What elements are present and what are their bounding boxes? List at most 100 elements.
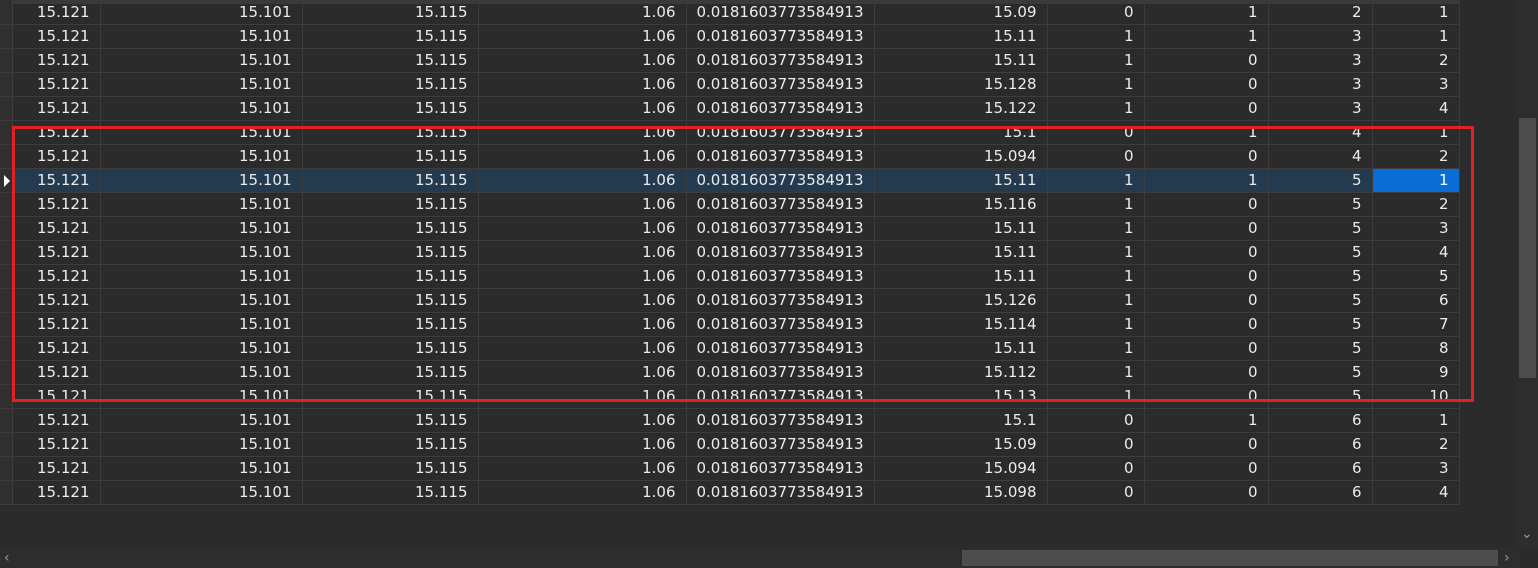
table-cell[interactable]: 6 xyxy=(1268,456,1373,481)
table-cell[interactable]: 15.101 xyxy=(100,456,303,481)
table-cell[interactable]: 15.115 xyxy=(302,288,479,313)
table-cell[interactable]: 15.121 xyxy=(12,72,101,97)
table-cell[interactable]: 0 xyxy=(1144,144,1269,169)
table-cell[interactable]: 15.128 xyxy=(874,72,1048,97)
table-cell[interactable]: 15.112 xyxy=(874,360,1048,385)
table-cell[interactable]: 0 xyxy=(1144,240,1269,265)
table-cell[interactable]: 15.121 xyxy=(12,432,101,457)
table-cell[interactable]: 15.094 xyxy=(874,456,1048,481)
table-cell[interactable]: 0.0181603773584913 xyxy=(686,48,875,73)
table-cell[interactable]: 15.101 xyxy=(100,72,303,97)
table-cell[interactable]: 15.094 xyxy=(874,144,1048,169)
table-cell[interactable]: 1 xyxy=(1047,312,1145,337)
table-cell[interactable]: 0.0181603773584913 xyxy=(686,120,875,145)
table-cell[interactable]: 15.121 xyxy=(12,456,101,481)
table-cell[interactable]: 0.0181603773584913 xyxy=(686,288,875,313)
table-cell[interactable]: 5 xyxy=(1268,360,1373,385)
table-cell[interactable]: 6 xyxy=(1268,480,1373,505)
table-cell[interactable]: 15.101 xyxy=(100,312,303,337)
table-cell[interactable]: 15.122 xyxy=(874,96,1048,121)
table-cell[interactable]: 1 xyxy=(1372,408,1460,433)
table-row[interactable]: 15.121 15.101 15.115 1.06 0.0181603773584913… xyxy=(0,456,1460,481)
table-cell[interactable]: 2 xyxy=(1372,432,1460,457)
table-row[interactable]: 15.121 15.101 15.115 1.06 0.0181603773584913… xyxy=(0,408,1460,433)
table-cell[interactable]: 1.06 xyxy=(478,48,687,73)
table-cell[interactable]: 5 xyxy=(1268,168,1373,193)
vertical-scrollbar[interactable]: ⌄ xyxy=(1517,0,1538,548)
table-row[interactable]: 15.121 15.101 15.115 1.06 0.0181603773584913… xyxy=(0,264,1460,289)
table-cell[interactable]: 0 xyxy=(1047,456,1145,481)
table-cell[interactable]: 15.09 xyxy=(874,0,1048,25)
table-cell[interactable]: 15.11 xyxy=(874,24,1048,49)
table-cell[interactable]: 1 xyxy=(1047,216,1145,241)
table-cell[interactable]: 1 xyxy=(1047,168,1145,193)
table-cell[interactable]: 1.06 xyxy=(478,192,687,217)
table-row[interactable]: 15.121 15.101 15.115 1.06 0.0181603773584913… xyxy=(0,192,1460,217)
table-cell[interactable]: 15.101 xyxy=(100,168,303,193)
table-cell[interactable]: 4 xyxy=(1268,120,1373,145)
table-cell[interactable]: 1 xyxy=(1047,264,1145,289)
table-cell[interactable]: 5 xyxy=(1372,264,1460,289)
table-cell[interactable]: 15.116 xyxy=(874,192,1048,217)
table-cell[interactable]: 15.115 xyxy=(302,480,479,505)
table-cell[interactable]: 15.101 xyxy=(100,336,303,361)
table-cell[interactable]: 15.11 xyxy=(874,168,1048,193)
table-cell[interactable]: 0 xyxy=(1144,480,1269,505)
table-cell[interactable]: 5 xyxy=(1268,312,1373,337)
table-cell[interactable]: 0 xyxy=(1047,480,1145,505)
table-cell[interactable]: 15.101 xyxy=(100,480,303,505)
table-cell[interactable]: 1 xyxy=(1047,384,1145,409)
row-header[interactable] xyxy=(0,360,13,385)
table-cell[interactable]: 3 xyxy=(1268,96,1373,121)
table-cell[interactable]: 0.0181603773584913 xyxy=(686,456,875,481)
table-cell[interactable]: 1.06 xyxy=(478,264,687,289)
table-cell[interactable]: 7 xyxy=(1372,312,1460,337)
table-cell[interactable]: 15.115 xyxy=(302,240,479,265)
table-cell[interactable]: 15.09 xyxy=(874,432,1048,457)
table-cell[interactable]: 15.121 xyxy=(12,192,101,217)
table-cell[interactable]: 1 xyxy=(1047,192,1145,217)
table-cell[interactable]: 15.101 xyxy=(100,0,303,25)
table-cell[interactable]: 0 xyxy=(1144,192,1269,217)
table-row[interactable]: 15.121 15.101 15.115 1.06 0.0181603773584913… xyxy=(0,48,1460,73)
table-cell[interactable]: 2 xyxy=(1268,0,1373,25)
table-cell[interactable]: 15.121 xyxy=(12,0,101,25)
table-cell[interactable]: 5 xyxy=(1268,216,1373,241)
table-cell[interactable]: 15.121 xyxy=(12,336,101,361)
table-cell[interactable]: 15.121 xyxy=(12,360,101,385)
table-cell[interactable]: 0 xyxy=(1144,384,1269,409)
table-cell[interactable]: 1.06 xyxy=(478,96,687,121)
table-cell[interactable]: 0 xyxy=(1047,408,1145,433)
table-cell[interactable]: 15.115 xyxy=(302,264,479,289)
table-row[interactable]: 15.121 15.101 15.115 1.06 0.0181603773584913… xyxy=(0,312,1460,337)
table-cell[interactable]: 15.101 xyxy=(100,288,303,313)
table-cell[interactable]: 15.11 xyxy=(874,336,1048,361)
table-row[interactable]: 15.121 15.101 15.115 1.06 0.0181603773584913… xyxy=(0,120,1460,145)
row-header[interactable] xyxy=(0,432,13,457)
table-cell[interactable]: 15.121 xyxy=(12,408,101,433)
table-cell[interactable]: 0 xyxy=(1144,216,1269,241)
table-cell[interactable]: 1.06 xyxy=(478,168,687,193)
table-cell[interactable]: 1 xyxy=(1372,168,1460,193)
table-cell[interactable]: 0 xyxy=(1144,336,1269,361)
table-cell[interactable]: 6 xyxy=(1268,408,1373,433)
row-header[interactable] xyxy=(0,168,13,193)
table-cell[interactable]: 5 xyxy=(1268,336,1373,361)
table-cell[interactable]: 15.101 xyxy=(100,24,303,49)
table-cell[interactable]: 0 xyxy=(1144,72,1269,97)
table-row[interactable]: 15.121 15.101 15.115 1.06 0.0181603773584913… xyxy=(0,384,1460,409)
row-header[interactable] xyxy=(0,24,13,49)
table-cell[interactable]: 15.121 xyxy=(12,312,101,337)
table-row[interactable]: 15.121 15.101 15.115 1.06 0.0181603773584913… xyxy=(0,336,1460,361)
table-cell[interactable]: 1 xyxy=(1047,48,1145,73)
table-cell[interactable]: 1.06 xyxy=(478,408,687,433)
table-cell[interactable]: 15.121 xyxy=(12,120,101,145)
table-row[interactable]: 15.121 15.101 15.115 1.06 0.0181603773584913… xyxy=(0,360,1460,385)
table-cell[interactable]: 2 xyxy=(1372,48,1460,73)
horizontal-scroll-thumb[interactable] xyxy=(962,550,1498,566)
row-header[interactable] xyxy=(0,120,13,145)
table-cell[interactable]: 15.101 xyxy=(100,240,303,265)
table-cell[interactable]: 0.0181603773584913 xyxy=(686,144,875,169)
table-cell[interactable]: 1.06 xyxy=(478,360,687,385)
table-row[interactable]: 15.121 15.101 15.115 1.06 0.0181603773584913… xyxy=(0,216,1460,241)
